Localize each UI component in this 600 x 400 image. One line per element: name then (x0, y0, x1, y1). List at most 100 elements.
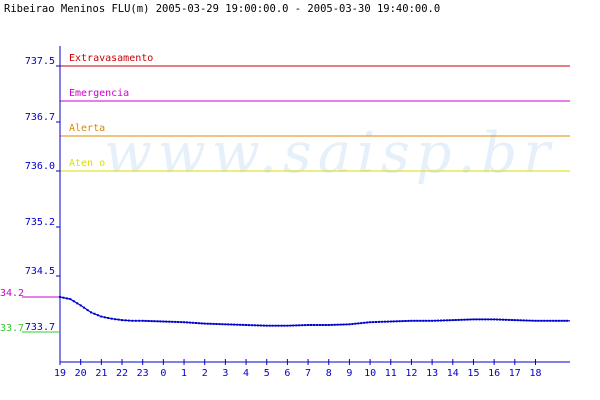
threshold-label: Aten o (69, 158, 105, 169)
series-point (144, 319, 147, 322)
series-point (516, 319, 519, 322)
series-point (543, 319, 546, 322)
series-point (121, 319, 123, 322)
series-point (428, 319, 431, 322)
series-point (76, 302, 79, 305)
y-tick-label: 736.0 (25, 161, 55, 172)
series-point (245, 324, 248, 326)
series-point (398, 320, 401, 323)
series-point (283, 324, 286, 327)
series-point (224, 323, 227, 326)
series-point (422, 319, 425, 322)
series-point (383, 320, 386, 323)
x-tick-label: 7 (305, 368, 311, 379)
series-point (230, 323, 233, 326)
series-point (65, 297, 68, 300)
series-point (256, 324, 259, 327)
series-point (69, 298, 72, 301)
x-tick-label: 9 (346, 368, 352, 379)
series-point (442, 319, 445, 322)
series-point (560, 319, 563, 322)
series-point (242, 323, 245, 326)
threshold-label: Extravasamento (69, 53, 153, 64)
series-point (168, 320, 171, 323)
x-tick-label: 17 (509, 368, 521, 379)
series-point (271, 324, 274, 327)
series-point (475, 318, 478, 321)
series-point (493, 318, 496, 321)
series-point (375, 321, 377, 323)
series-point (419, 319, 422, 322)
series-point (448, 319, 451, 322)
series-point (348, 323, 351, 326)
series-point (107, 317, 110, 319)
series-point (513, 319, 516, 322)
series-point (127, 319, 130, 322)
series-point (478, 318, 481, 321)
x-tick-label: 23 (137, 368, 149, 379)
series-point (253, 324, 256, 327)
x-tick-label: 13 (426, 368, 438, 379)
threshold-label: Emergencia (69, 88, 129, 99)
series-point (114, 318, 117, 321)
series-point (546, 319, 549, 322)
y-tick-label: 736.7 (25, 112, 55, 123)
series-point (86, 309, 89, 312)
series-point (131, 319, 134, 322)
series-point (286, 324, 289, 327)
series-point (504, 318, 507, 321)
series-point (392, 320, 395, 323)
series-point (197, 322, 200, 325)
series-point (59, 296, 61, 298)
x-tick-label: 4 (243, 368, 249, 379)
series-point (333, 323, 336, 326)
series-point (307, 324, 310, 326)
series-point (321, 324, 324, 326)
series-point (327, 324, 330, 326)
series-point (277, 324, 280, 327)
series-point (445, 319, 448, 322)
series-point (360, 322, 363, 325)
series-point (93, 312, 96, 315)
series-point (221, 323, 224, 326)
x-tick-label: 0 (160, 368, 166, 379)
series-point (395, 320, 398, 323)
series-point (557, 319, 560, 322)
series-point (404, 320, 407, 322)
series-point (159, 320, 162, 323)
series-point (351, 323, 354, 325)
series-point (510, 319, 513, 321)
series-point (466, 318, 469, 321)
series-point (451, 319, 454, 322)
series-point (117, 318, 120, 321)
series-point (366, 321, 369, 324)
series-point (363, 321, 366, 324)
x-tick-label: 6 (284, 368, 290, 379)
series-point (310, 324, 312, 326)
series-point (410, 319, 413, 322)
series-point (528, 319, 531, 322)
series-point (289, 324, 292, 327)
series-point (215, 323, 218, 325)
series-point (209, 322, 212, 325)
series-point (425, 319, 428, 322)
series-point (416, 319, 419, 322)
series-point (218, 323, 221, 326)
series-point (251, 324, 253, 327)
series-point (336, 323, 339, 326)
series-point (534, 319, 537, 322)
series-point (183, 321, 185, 324)
x-tick-label: 12 (405, 368, 417, 379)
watermark-text: www.saisp.br (104, 121, 556, 186)
series-point (318, 324, 321, 326)
series-point (295, 324, 298, 327)
series-point (507, 318, 510, 321)
x-tick-label: 5 (264, 368, 270, 379)
series-point (324, 324, 327, 326)
series-point (147, 320, 150, 322)
series-point (354, 322, 357, 325)
series-point (227, 323, 230, 326)
x-tick-label: 1 (181, 368, 187, 379)
series-point (345, 323, 348, 326)
x-tick-label: 18 (529, 368, 541, 379)
